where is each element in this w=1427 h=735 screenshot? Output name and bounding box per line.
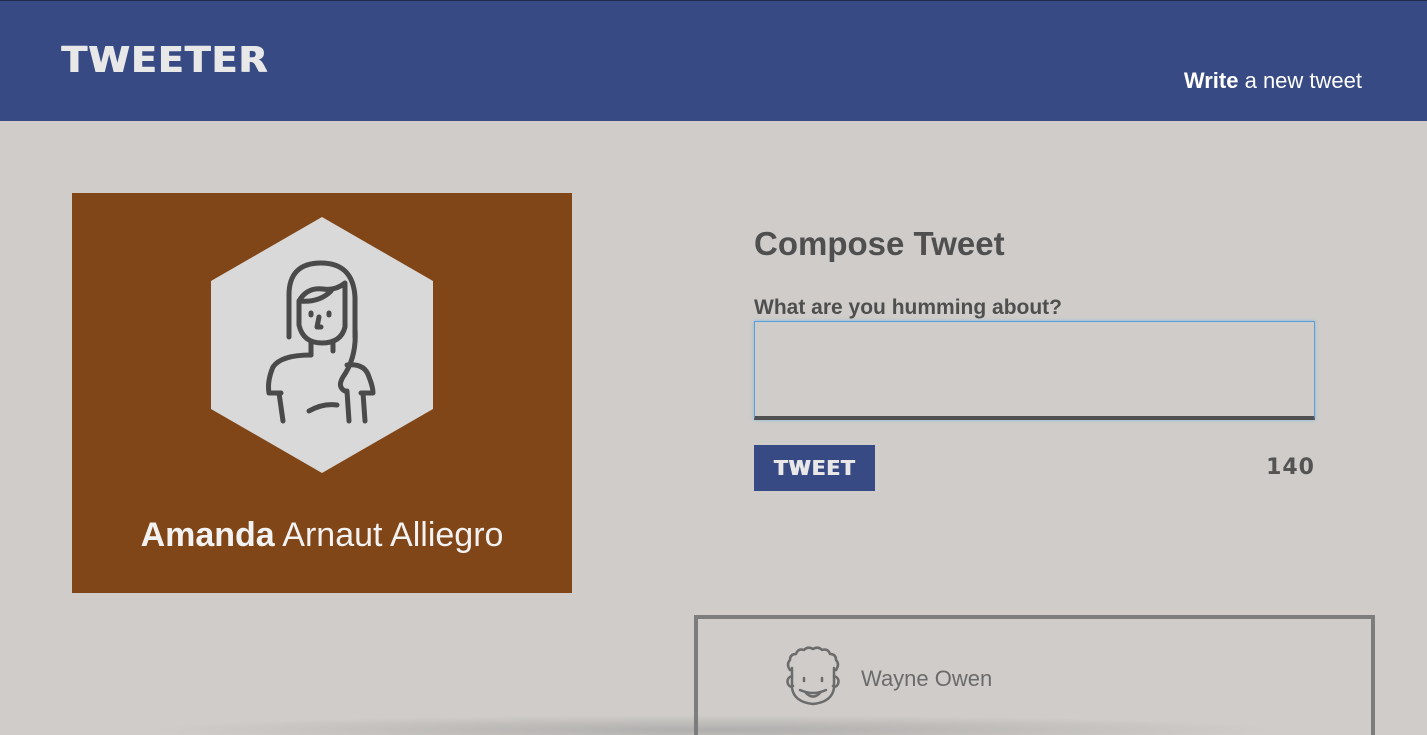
tweet-author-name[interactable]: Wayne Owen (861, 665, 992, 693)
profile-name: Amanda Arnaut Alliegro (72, 513, 572, 557)
profile-avatar (211, 217, 433, 473)
profile-last-name: Arnaut Alliegro (274, 516, 504, 554)
compose-link-bold: Write (1183, 68, 1239, 93)
profile-card: Amanda Arnaut Alliegro (72, 193, 572, 593)
woman-avatar-icon (211, 217, 433, 473)
tweet-input-label: What are you humming about? (754, 296, 1062, 319)
write-new-tweet-link[interactable]: Write a new tweet (1184, 67, 1362, 95)
top-nav: TWEETER Write a new tweet (0, 0, 1427, 121)
compose-link-rest: a new tweet (1238, 68, 1362, 93)
profile-first-name: Amanda (140, 516, 275, 554)
tweet-input[interactable] (754, 321, 1315, 420)
character-counter: 140 (1266, 455, 1315, 480)
page: TWEETER Write a new tweet Amanda Arnaut … (0, 0, 1427, 735)
tweet-button[interactable]: TWEET (754, 445, 875, 491)
brand-logo[interactable]: TWEETER (61, 39, 268, 83)
tweet-shadow-divider (150, 715, 1280, 735)
compose-title: Compose Tweet (754, 225, 1005, 262)
tweet-avatar (780, 644, 846, 710)
curly-hair-man-avatar-icon (786, 646, 840, 706)
